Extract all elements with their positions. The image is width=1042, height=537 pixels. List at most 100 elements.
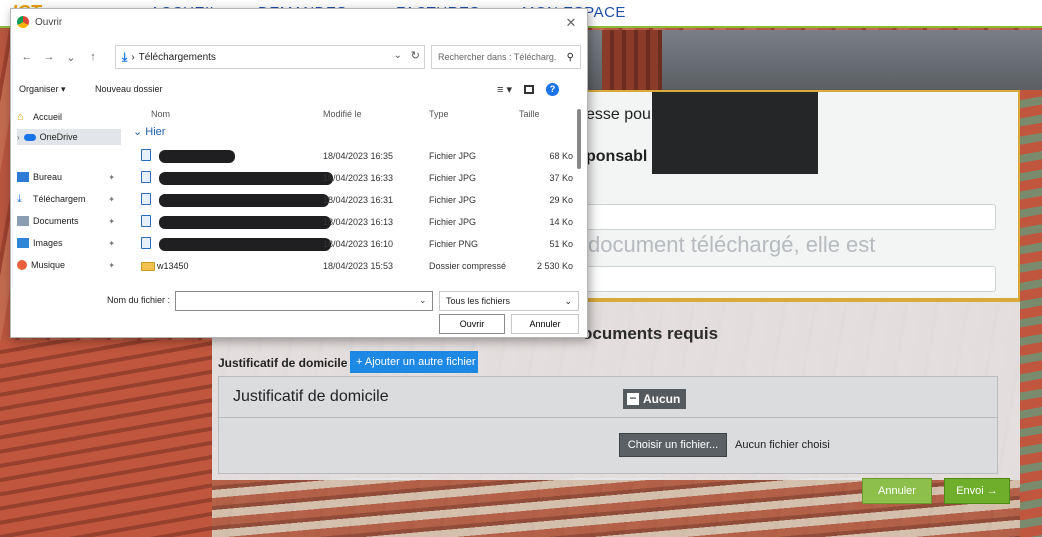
hero-image	[582, 30, 1042, 90]
none-badge-label: Aucun	[643, 392, 681, 406]
image-file-icon	[141, 149, 151, 161]
arrow-up-icon: ↑	[90, 51, 96, 63]
filename-row: Nom du fichier : ⌄ Tous les fichiers ⌄	[11, 291, 587, 313]
chevron-down-icon[interactable]: ⌄	[394, 50, 402, 61]
image-file-icon	[141, 237, 151, 249]
filename-label: Nom du fichier :	[107, 295, 171, 305]
text-field-2[interactable]	[584, 266, 996, 292]
nav-item-documents[interactable]: Documents ✦	[17, 213, 121, 229]
file-type: Dossier compressé	[429, 261, 507, 271]
nav-item-telechargements[interactable]: ⤓ Téléchargem ✦	[17, 191, 121, 207]
ghost-text: document téléchargé, elle est	[588, 232, 876, 257]
address-bar-row: ← → ⌄ ↑ ⤓ › Téléchargements ⌄ ↻ ⚲	[11, 45, 587, 69]
navigation-pane: ⌂ Accueil › OneDrive Bureau ✦ ⤓ Téléchar…	[11, 103, 123, 289]
nav-item-images[interactable]: Images ✦	[17, 235, 121, 251]
nav-item-label: Accueil	[33, 112, 63, 122]
search-icon: ⚲	[566, 51, 574, 63]
choose-file-button[interactable]: Choisir un fichier...	[619, 433, 727, 457]
organize-button[interactable]: Organiser ▾	[19, 84, 66, 95]
nav-item-musique[interactable]: Musique ✦	[17, 257, 121, 273]
nav-item-label: Musique	[31, 260, 66, 270]
redacted-filename	[159, 216, 331, 229]
filename-input[interactable]	[175, 291, 433, 311]
nav-item-label: OneDrive	[39, 132, 78, 142]
file-date: 18/04/2023 16:10	[323, 239, 394, 249]
nav-item-onedrive[interactable]: › OneDrive	[17, 129, 121, 145]
file-date: 18/04/2023 16:35	[323, 151, 394, 161]
file-size: 51 Ko	[549, 239, 573, 249]
row-divider	[219, 417, 997, 418]
file-type: Fichier JPG	[429, 173, 477, 183]
redacted-filename	[159, 194, 329, 207]
help-icon[interactable]: ?	[546, 83, 559, 96]
documents-icon	[17, 216, 29, 226]
redacted-filename	[159, 150, 235, 163]
close-icon: ✕	[565, 15, 577, 30]
file-size: 37 Ko	[549, 173, 573, 183]
close-button[interactable]: ✕	[561, 13, 581, 33]
preview-pane-icon[interactable]	[524, 85, 534, 94]
file-type-filter[interactable]: Tous les fichiers ⌄	[439, 291, 579, 311]
file-row[interactable]: 18/04/2023 16:10 Fichier PNG 51 Ko	[129, 235, 579, 255]
no-file-chosen-text: Aucun fichier choisi	[735, 439, 830, 451]
images-icon	[17, 238, 29, 248]
required-documents-title: ocuments requis	[582, 324, 719, 343]
none-badge[interactable]: − Aucun	[623, 389, 687, 409]
send-button[interactable]: Envoi →	[944, 478, 1010, 504]
column-header-modified[interactable]: Modifié le	[323, 109, 362, 119]
open-file-dialog: Ouvrir ✕ ← → ⌄ ↑ ⤓ › Téléchargements ⌄ ↻…	[10, 8, 588, 338]
pin-icon: ✦	[108, 194, 115, 204]
search-input[interactable]	[438, 52, 556, 62]
back-button[interactable]: ←	[19, 49, 35, 65]
redacted-area	[652, 92, 818, 174]
group-header-yesterday[interactable]: ⌄ Hier	[133, 125, 165, 138]
file-date: 18/04/2023 16:31	[323, 195, 394, 205]
pin-icon: ✦	[108, 238, 115, 248]
image-file-icon	[141, 171, 151, 183]
pin-icon: ✦	[108, 216, 115, 226]
dialog-cancel-button[interactable]: Annuler	[511, 314, 579, 334]
refresh-icon[interactable]: ↻	[411, 49, 420, 62]
file-row[interactable]: 18/04/2023 16:13 Fichier JPG 14 Ko	[129, 213, 579, 233]
file-name: w13450	[157, 261, 189, 271]
address-path: Téléchargements	[138, 51, 216, 63]
file-date: 18/04/2023 15:53	[323, 261, 394, 271]
redacted-filename	[159, 238, 331, 251]
address-box[interactable]: ⤓ › Téléchargements ⌄ ↻	[115, 45, 425, 69]
file-size: 2 530 Ko	[536, 261, 573, 271]
dialog-title: Ouvrir	[35, 17, 63, 28]
view-menu-icon[interactable]: ≡ ▾	[497, 83, 512, 96]
file-row[interactable]: 18/04/2023 16:35 Fichier JPG 68 Ko	[129, 147, 579, 167]
nav-item-label: Téléchargem	[33, 194, 86, 204]
column-header-size[interactable]: Taille	[519, 109, 540, 119]
open-button[interactable]: Ouvrir	[439, 314, 505, 334]
card-title-address: esse pour	[586, 106, 657, 123]
text-field-1[interactable]	[584, 204, 996, 230]
file-size: 29 Ko	[549, 195, 573, 205]
column-header-type[interactable]: Type	[429, 109, 449, 119]
nav-item-accueil[interactable]: ⌂ Accueil	[17, 109, 121, 125]
expand-chevron-icon: ›	[17, 132, 20, 142]
file-row[interactable]: 18/04/2023 16:31 Fichier JPG 29 Ko	[129, 191, 579, 211]
nav-item-bureau[interactable]: Bureau ✦	[17, 169, 121, 185]
music-icon	[17, 260, 27, 270]
chevron-down-icon[interactable]: ⌄	[419, 295, 427, 306]
file-row[interactable]: w13450 18/04/2023 15:53 Dossier compress…	[129, 257, 579, 277]
image-file-icon	[141, 215, 151, 227]
file-row[interactable]: 18/04/2023 16:33 Fichier JPG 37 Ko	[129, 169, 579, 189]
church-tower-image	[602, 30, 662, 90]
image-file-icon	[141, 193, 151, 205]
dialog-titlebar: Ouvrir ✕	[11, 9, 587, 37]
nav-item-label: Images	[33, 238, 63, 248]
cloud-icon	[23, 133, 36, 141]
column-header-name[interactable]: Nom	[151, 109, 170, 119]
zip-folder-icon	[141, 262, 155, 271]
file-date: 18/04/2023 16:33	[323, 173, 394, 183]
file-list-scrollbar[interactable]	[577, 109, 581, 169]
add-another-file-button[interactable]: + Ajouter un autre fichier	[350, 351, 478, 373]
up-button[interactable]: ↑	[85, 49, 101, 65]
cancel-button[interactable]: Annuler	[862, 478, 932, 504]
recent-button[interactable]: ⌄	[63, 49, 79, 65]
new-folder-button[interactable]: Nouveau dossier	[95, 84, 163, 94]
forward-button[interactable]: →	[41, 49, 57, 65]
